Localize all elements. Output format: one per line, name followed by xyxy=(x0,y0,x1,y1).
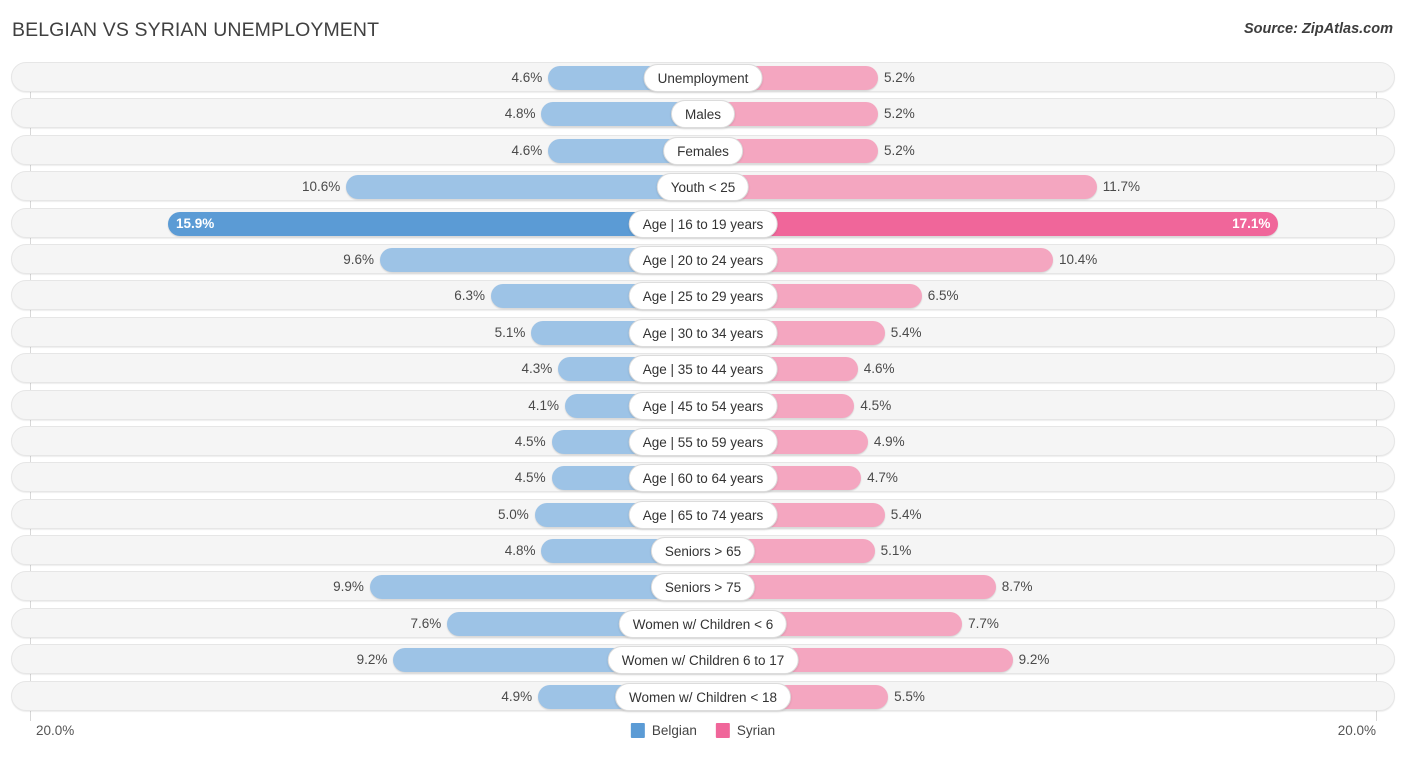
value-label-belgian: 9.6% xyxy=(343,251,374,267)
value-label-syrian: 5.2% xyxy=(883,70,915,85)
chart-row[interactable]: 6.3% 6.5% Age | 25 to 29 years xyxy=(11,280,1395,311)
chart-rows: 4.6% 5.2% Unemployment 4.8% 5.2% Males 4.6% 5.2… xyxy=(0,62,1406,717)
category-label[interactable]: Age | 20 to 24 years xyxy=(628,245,778,274)
legend-item[interactable]: Syrian xyxy=(715,723,776,738)
value-label-belgian: 9.9% xyxy=(333,579,364,595)
category-label[interactable]: Women w/ Children < 18 xyxy=(615,682,791,711)
category-label[interactable]: Age | 55 to 59 years xyxy=(628,427,778,456)
category-label[interactable]: Women w/ Children < 6 xyxy=(618,609,788,638)
chart-row[interactable]: 5.0% 5.4% Age | 65 to 74 years xyxy=(11,498,1395,529)
value-label-belgian: 4.6% xyxy=(511,70,543,85)
axis-label-left: 20.0% xyxy=(36,723,75,738)
category-label[interactable]: Age | 30 to 34 years xyxy=(628,318,778,347)
bar-belgian xyxy=(167,211,703,236)
value-label-syrian: 5.4% xyxy=(890,324,922,340)
chart-row[interactable]: 4.6% 5.2% Unemployment xyxy=(11,62,1395,92)
chart-row[interactable]: 7.6% 7.7% Women w/ Children < 6 xyxy=(11,607,1395,638)
value-label-belgian: 4.5% xyxy=(514,470,546,486)
category-label[interactable]: Males xyxy=(670,100,736,129)
category-label[interactable]: Age | 60 to 64 years xyxy=(628,464,778,493)
axis-label-right: 20.0% xyxy=(1337,723,1376,738)
value-label-syrian: 5.2% xyxy=(883,106,915,122)
value-label-belgian: 15.9% xyxy=(175,215,215,231)
value-label-syrian: 9.2% xyxy=(1018,652,1050,668)
value-label-syrian: 11.7% xyxy=(1102,179,1140,195)
chart-row[interactable]: 4.6% 5.2% Females xyxy=(11,134,1395,165)
value-label-belgian: 4.9% xyxy=(501,688,533,704)
value-label-belgian: 6.3% xyxy=(454,288,486,304)
category-label[interactable]: Women w/ Children 6 to 17 xyxy=(607,646,799,675)
value-label-belgian: 4.8% xyxy=(504,543,536,559)
value-label-syrian: 8.7% xyxy=(1001,579,1033,595)
chart-root: BELGIAN VS SYRIAN UNEMPLOYMENT Source: Z… xyxy=(0,0,1406,757)
chart-row[interactable]: 4.5% 4.7% Age | 60 to 64 years xyxy=(11,462,1395,493)
chart-row[interactable]: 4.9% 5.5% Women w/ Children < 18 xyxy=(11,680,1395,711)
category-label[interactable]: Females xyxy=(663,136,743,165)
category-label[interactable]: Age | 16 to 19 years xyxy=(628,209,778,238)
value-label-belgian: 5.0% xyxy=(497,506,529,522)
chart-header: BELGIAN VS SYRIAN UNEMPLOYMENT Source: Z… xyxy=(0,0,1406,62)
chart-row[interactable]: 9.2% 9.2% Women w/ Children 6 to 17 xyxy=(11,644,1395,675)
value-label-syrian: 5.5% xyxy=(894,688,925,704)
chart-row[interactable]: 5.1% 5.4% Age | 30 to 34 years xyxy=(11,316,1395,347)
chart-legend: Belgian Syrian xyxy=(630,723,776,738)
value-label-belgian: 4.5% xyxy=(514,433,546,449)
category-label[interactable]: Youth < 25 xyxy=(656,173,750,202)
category-label[interactable]: Unemployment xyxy=(643,64,763,92)
category-label[interactable]: Age | 65 to 74 years xyxy=(628,500,778,529)
chart-row[interactable]: 9.6% 10.4% Age | 20 to 24 years xyxy=(11,243,1395,274)
value-label-syrian: 17.1% xyxy=(1232,215,1271,231)
chart-row[interactable]: 4.5% 4.9% Age | 55 to 59 years xyxy=(11,425,1395,456)
chart-row[interactable]: 4.8% 5.1% Seniors > 65 xyxy=(11,535,1395,566)
source-attribution: Source: ZipAtlas.com xyxy=(1243,21,1393,37)
value-label-belgian: 4.1% xyxy=(528,397,560,413)
page-title: BELGIAN VS SYRIAN UNEMPLOYMENT xyxy=(12,19,380,41)
value-label-belgian: 4.6% xyxy=(511,142,543,158)
value-label-belgian: 10.6% xyxy=(302,179,341,195)
category-label[interactable]: Seniors > 75 xyxy=(650,573,756,602)
chart-row[interactable]: 9.9% 8.7% Seniors > 75 xyxy=(11,571,1395,602)
value-label-syrian: 4.7% xyxy=(867,470,898,486)
value-label-syrian: 4.5% xyxy=(860,397,892,413)
category-label[interactable]: Seniors > 65 xyxy=(650,537,756,566)
value-label-syrian: 4.6% xyxy=(863,361,895,377)
bar-syrian xyxy=(703,175,1097,200)
legend-item[interactable]: Belgian xyxy=(630,723,697,738)
legend-label: Belgian xyxy=(651,723,697,738)
bar-syrian xyxy=(703,211,1279,236)
chart-row[interactable]: 4.3% 4.6% Age | 35 to 44 years xyxy=(11,353,1395,384)
category-label[interactable]: Age | 45 to 54 years xyxy=(628,391,778,420)
chart-row[interactable]: 4.8% 5.2% Males xyxy=(11,98,1395,129)
chart-row[interactable]: 4.1% 4.5% Age | 45 to 54 years xyxy=(11,389,1395,420)
legend-label: Syrian xyxy=(736,723,776,738)
chart-row[interactable]: 15.9% 17.1% Age | 16 to 19 years xyxy=(11,207,1395,238)
value-label-belgian: 4.3% xyxy=(521,361,553,377)
value-label-syrian: 5.1% xyxy=(880,543,912,559)
value-label-belgian: 9.2% xyxy=(356,652,388,668)
category-label[interactable]: Age | 25 to 29 years xyxy=(628,282,778,311)
bar-belgian xyxy=(346,175,703,200)
plot-area: 4.6% 5.2% Unemployment 4.8% 5.2% Males 4.6% 5.2… xyxy=(0,62,1406,721)
chart-footer: 20.0% Belgian Syrian 20.0% xyxy=(0,717,1406,757)
value-label-syrian: 4.9% xyxy=(873,433,905,449)
value-label-belgian: 4.8% xyxy=(504,106,536,122)
chart-row[interactable]: 10.6% 11.7% Youth < 25 xyxy=(11,171,1395,202)
legend-swatch-icon xyxy=(630,723,645,738)
value-label-belgian: 5.1% xyxy=(494,324,526,340)
value-label-belgian: 7.6% xyxy=(410,615,442,631)
category-label[interactable]: Age | 35 to 44 years xyxy=(628,355,778,384)
value-label-syrian: 6.5% xyxy=(927,288,959,304)
value-label-syrian: 5.4% xyxy=(890,506,922,522)
value-label-syrian: 10.4% xyxy=(1058,251,1098,267)
legend-swatch-icon xyxy=(715,723,730,738)
value-label-syrian: 5.2% xyxy=(883,142,915,158)
value-label-syrian: 7.7% xyxy=(968,615,999,631)
